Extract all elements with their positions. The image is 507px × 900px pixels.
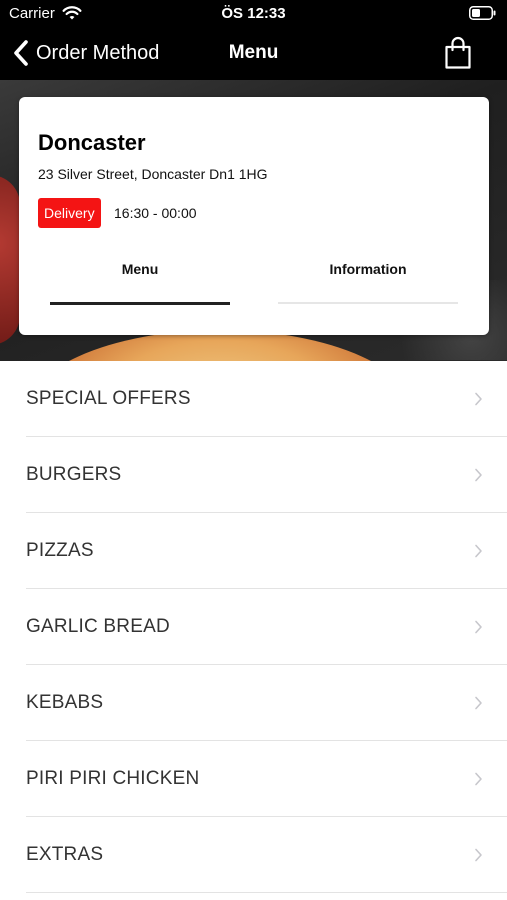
- category-label: PIRI PIRI CHICKEN: [26, 768, 200, 789]
- store-hours: 16:30 - 00:00: [114, 205, 197, 221]
- screen: Carrier ÖS 12:33 Order Method Menu Donca…: [0, 0, 507, 900]
- chevron-right-icon: [475, 544, 482, 558]
- category-row-special-offers[interactable]: SPECIAL OFFERS: [0, 361, 507, 437]
- chevron-right-icon: [475, 696, 482, 710]
- category-row-burgers[interactable]: BURGERS: [0, 437, 507, 513]
- category-label: GARLIC BREAD: [26, 616, 170, 637]
- category-list: SPECIAL OFFERS BURGERS PIZZAS GARLIC BRE…: [0, 361, 507, 893]
- chevron-right-icon: [475, 392, 482, 406]
- page-title: Menu: [228, 42, 279, 63]
- category-label: SPECIAL OFFERS: [26, 388, 191, 409]
- hero-decoration: [0, 175, 20, 345]
- category-label: EXTRAS: [26, 844, 104, 865]
- category-row-extras[interactable]: EXTRAS: [0, 817, 507, 893]
- store-card: Doncaster 23 Silver Street, Doncaster Dn…: [19, 97, 489, 335]
- tab-information-indicator: [278, 302, 458, 304]
- chevron-right-icon: [475, 848, 482, 862]
- category-label: BURGERS: [26, 464, 122, 485]
- status-time: ÖS 12:33: [221, 5, 286, 22]
- tab-information[interactable]: Information: [278, 261, 458, 277]
- tab-menu-indicator: [50, 302, 230, 305]
- tab-menu[interactable]: Menu: [50, 261, 230, 277]
- chevron-right-icon: [475, 772, 482, 786]
- navigation-bar: Order Method Menu: [0, 28, 507, 80]
- store-name: Doncaster: [38, 130, 146, 155]
- delivery-badge: Delivery: [38, 198, 101, 228]
- category-row-pizzas[interactable]: PIZZAS: [0, 513, 507, 589]
- shopping-bag-icon[interactable]: [443, 36, 473, 70]
- category-label: KEBABS: [26, 692, 104, 713]
- store-address: 23 Silver Street, Doncaster Dn1 1HG: [38, 166, 268, 182]
- category-row-kebabs[interactable]: KEBABS: [0, 665, 507, 741]
- category-row-piri-piri-chicken[interactable]: PIRI PIRI CHICKEN: [0, 741, 507, 817]
- battery-icon: [469, 6, 496, 20]
- category-label: PIZZAS: [26, 540, 94, 561]
- status-bar: Carrier ÖS 12:33: [0, 0, 507, 28]
- chevron-right-icon: [475, 620, 482, 634]
- chevron-right-icon: [475, 468, 482, 482]
- category-row-garlic-bread[interactable]: GARLIC BREAD: [0, 589, 507, 665]
